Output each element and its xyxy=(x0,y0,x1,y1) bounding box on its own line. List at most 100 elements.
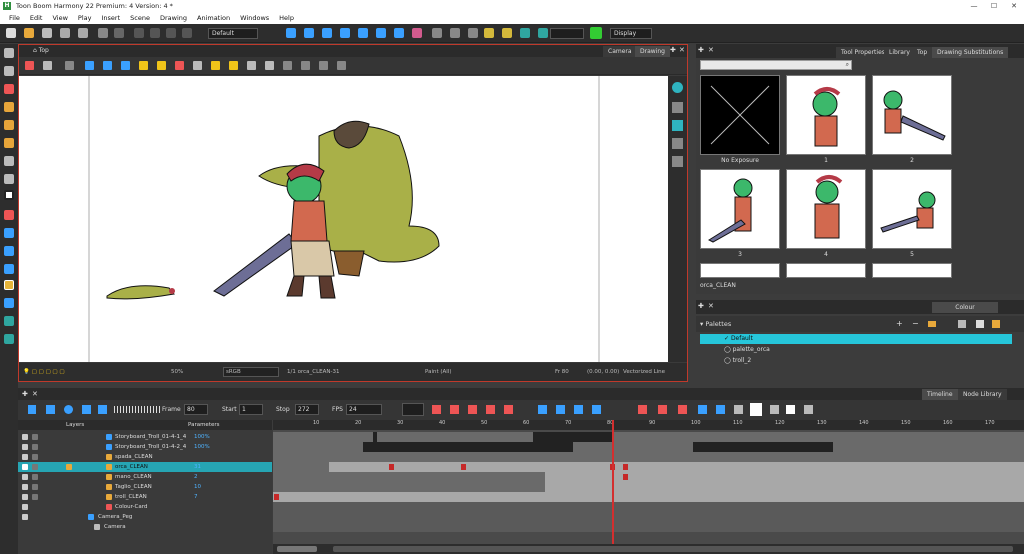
stop-field[interactable]: 272 xyxy=(295,404,319,415)
tab-drawing-substitutions[interactable]: Drawing Substitutions xyxy=(932,47,1009,58)
stop-motion-icon[interactable] xyxy=(504,405,513,414)
sound-icon[interactable] xyxy=(82,405,91,414)
undo-icon[interactable] xyxy=(98,28,108,38)
frame-row[interactable] xyxy=(273,512,1024,522)
layer-row[interactable]: Storyboard_Troll_01-4-1_4 100% xyxy=(18,432,272,442)
remove-palette-icon[interactable]: − xyxy=(912,316,919,332)
layer-row[interactable]: Taglio_CLEAN 10 xyxy=(18,482,272,492)
thumbnail-drawing[interactable] xyxy=(872,169,952,249)
grid-icon[interactable] xyxy=(502,28,512,38)
layer-row[interactable]: mano_CLEAN 2 xyxy=(18,472,272,482)
open-folder-icon[interactable] xyxy=(24,28,34,38)
layer-row[interactable]: spada_CLEAN xyxy=(18,452,272,462)
onion-prev-icon[interactable] xyxy=(247,61,256,70)
workspace-select[interactable]: Default xyxy=(208,28,258,39)
keyframe-mode-icon[interactable] xyxy=(734,405,743,414)
fps-field[interactable]: 24 xyxy=(346,404,382,415)
layer-row[interactable]: Storyboard_Troll_01-4-2_4 100% xyxy=(18,442,272,452)
frame-row[interactable] xyxy=(273,522,1024,532)
visibility-icon[interactable] xyxy=(22,494,28,500)
dropper-tool-icon[interactable] xyxy=(4,264,14,274)
cell-icon[interactable] xyxy=(678,405,687,414)
playhead[interactable] xyxy=(612,420,614,544)
menu-windows[interactable]: Windows xyxy=(235,12,274,24)
rotate-icon[interactable] xyxy=(304,28,314,38)
maximize-button[interactable]: ☐ xyxy=(984,0,1004,12)
zoom-level[interactable]: 50% xyxy=(171,369,183,375)
export-icon[interactable] xyxy=(78,28,88,38)
play-icon[interactable] xyxy=(28,405,36,414)
palette-option-icon[interactable] xyxy=(958,320,966,328)
colorspace-select[interactable]: sRGB xyxy=(223,367,279,377)
frame-row[interactable] xyxy=(273,452,1024,462)
translate-icon[interactable] xyxy=(358,28,368,38)
delete-icon[interactable] xyxy=(182,28,192,38)
layer-row[interactable]: Colour-Card xyxy=(18,502,272,512)
palette-item-orca[interactable]: ◯ palette_orca xyxy=(700,345,1012,355)
lightbulb-icon[interactable] xyxy=(211,61,220,70)
layer-row[interactable]: Camera xyxy=(18,522,272,532)
play-selection-icon[interactable] xyxy=(46,405,55,414)
lock-toggle-icon[interactable] xyxy=(32,434,38,440)
layer-row[interactable]: Camera_Peg xyxy=(18,512,272,522)
close-view-icon[interactable]: ✕ xyxy=(679,46,685,54)
keyframe-marker[interactable] xyxy=(461,464,466,470)
select-mode-icon[interactable] xyxy=(85,61,94,70)
import-icon[interactable] xyxy=(60,28,70,38)
redo-icon[interactable] xyxy=(114,28,124,38)
skew-icon[interactable] xyxy=(322,28,332,38)
onion-next-icon[interactable] xyxy=(265,61,274,70)
gap-option-icon[interactable] xyxy=(337,61,346,70)
interpolation-select[interactable] xyxy=(402,403,424,416)
visibility-icon[interactable] xyxy=(22,514,28,520)
panel-add-icon[interactable]: ✚ xyxy=(698,302,704,310)
sync-icon[interactable] xyxy=(658,405,667,414)
new-file-icon[interactable] xyxy=(6,28,16,38)
toggle-view-icon[interactable] xyxy=(750,403,762,416)
frame-field[interactable]: 80 xyxy=(184,404,208,415)
timeline-frames[interactable]: 10 20 30 40 50 60 70 80 90 100 110 120 1… xyxy=(273,420,1024,544)
thumbnail-no-exposure[interactable] xyxy=(700,75,780,155)
panel-close-icon[interactable]: ✕ xyxy=(708,302,714,310)
menu-edit[interactable]: Edit xyxy=(25,12,48,24)
tab-camera[interactable]: Camera xyxy=(603,46,637,57)
clone-icon[interactable] xyxy=(538,28,548,38)
paste-icon[interactable] xyxy=(166,28,176,38)
frame-row[interactable] xyxy=(273,492,1024,502)
scale-icon[interactable] xyxy=(340,28,350,38)
flip-icon[interactable] xyxy=(520,28,530,38)
menu-drawing[interactable]: Drawing xyxy=(155,12,192,24)
frame-row[interactable] xyxy=(273,442,1024,452)
thumbnail-drawing[interactable] xyxy=(700,263,780,278)
frame-row[interactable] xyxy=(273,462,1024,472)
loop-icon[interactable] xyxy=(64,405,73,414)
deform-icon[interactable] xyxy=(468,28,478,38)
palette-item-default[interactable]: ✓ Default xyxy=(700,334,1012,344)
text-tool-icon[interactable] xyxy=(4,156,14,166)
frames-icon[interactable] xyxy=(770,405,779,414)
spline-icon[interactable] xyxy=(376,28,386,38)
ink-tool-icon[interactable] xyxy=(4,246,14,256)
ease-out-icon[interactable] xyxy=(468,405,477,414)
drawing-canvas[interactable] xyxy=(19,76,668,362)
thumbnail-drawing[interactable] xyxy=(872,263,952,278)
layer-row-selected[interactable]: orca_CLEAN 31 xyxy=(18,462,272,472)
palette-style-icon[interactable] xyxy=(992,320,1000,328)
motion-icon[interactable] xyxy=(486,405,495,414)
mark-drawing-icon[interactable] xyxy=(698,405,707,414)
keyframe-icon[interactable] xyxy=(432,405,441,414)
grid-toggle-icon[interactable] xyxy=(65,61,74,70)
palette-item-troll[interactable]: ◯ troll_2 xyxy=(700,356,1012,366)
line-tool-icon[interactable] xyxy=(4,210,14,220)
visibility-icon[interactable] xyxy=(22,484,28,490)
thumbnail-drawing[interactable] xyxy=(872,75,952,155)
duplicate-drawing-icon[interactable] xyxy=(574,405,583,414)
paint-tool-icon[interactable] xyxy=(4,228,14,238)
tab-library[interactable]: Library xyxy=(884,47,915,58)
hand-tool-icon[interactable] xyxy=(4,316,14,326)
tab-timeline[interactable]: Timeline xyxy=(922,389,958,400)
frame-row[interactable] xyxy=(273,432,1024,442)
bounding-box-icon[interactable] xyxy=(484,28,494,38)
lock-icon[interactable] xyxy=(139,61,148,70)
select-tool-icon[interactable] xyxy=(4,48,14,58)
